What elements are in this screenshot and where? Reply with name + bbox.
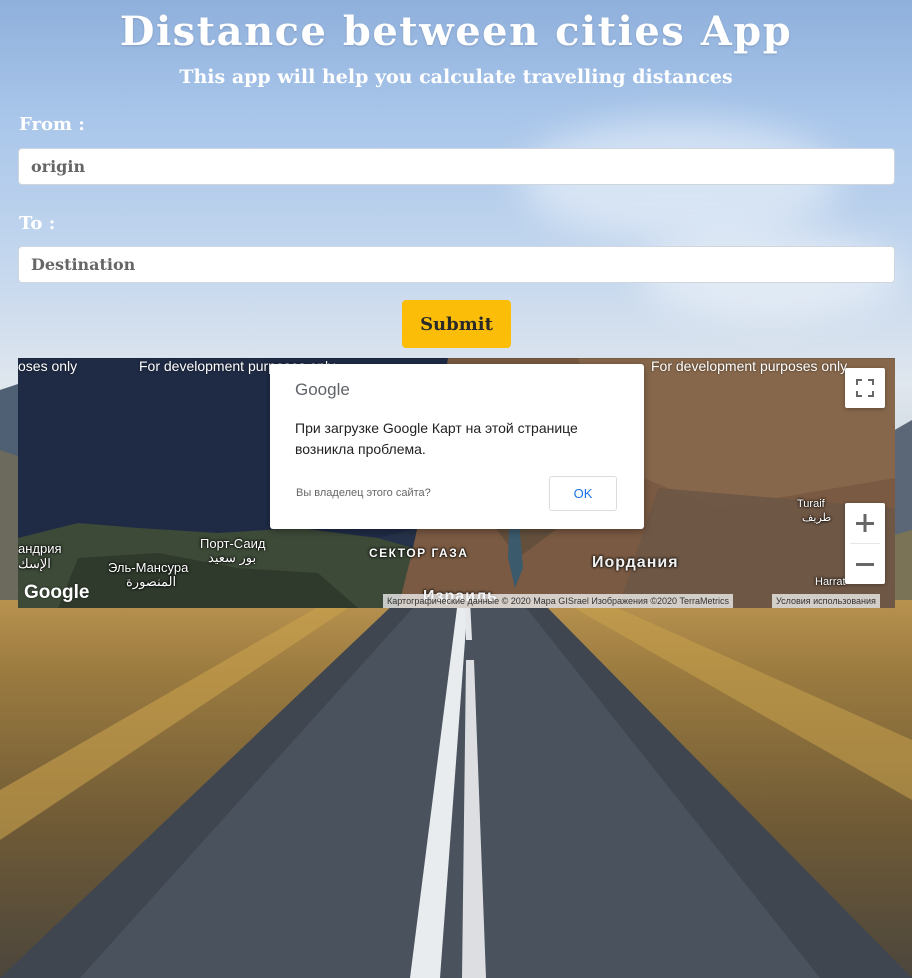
map-label-port-said-ar: بور سعيد [208,550,257,565]
map-label-gaza: СЕКТОР ГАЗА [369,546,469,560]
google-logo: Google [24,582,90,603]
map-terms-link[interactable]: Условия использования [772,594,880,608]
fullscreen-button[interactable] [845,368,885,408]
map-label-alexandria-ar: الإسك [18,556,51,571]
submit-button[interactable]: Submit [402,300,511,348]
map-label-el-mansoura-ar: المنصورة [126,574,177,589]
map-label-alexandria: андрия [18,541,62,556]
page-title: Distance between cities App [119,8,793,55]
fullscreen-icon [856,379,874,397]
map-label-el-mansoura: Эль-Мансура [108,560,189,575]
map-label-harrat: Harrat [815,576,846,588]
dialog-message: При загрузке Google Карт на этой страниц… [295,420,578,457]
from-label: From : [19,114,85,135]
plus-icon [856,514,874,532]
map-attribution: Картографические данные © 2020 Mapa GISr… [383,594,734,608]
dev-watermark: For development purposes only [651,358,848,374]
map-label-jordan: Иордания [592,554,679,571]
map-label-turaif-ar: طريف [802,512,832,524]
map-label-turaif: Turaif [797,498,825,510]
background-road [0,600,912,978]
map-error-dialog: Google При загрузке Google Карт на этой … [270,364,644,529]
zoom-in-button[interactable] [845,503,885,543]
dialog-ok-button[interactable]: OK [549,476,617,511]
zoom-out-button[interactable] [845,544,885,584]
destination-input[interactable] [18,246,895,283]
zoom-control [845,503,885,584]
origin-input[interactable] [18,148,895,185]
dev-watermark: oses only [18,358,78,374]
minus-icon [856,563,874,566]
dialog-owner-link[interactable]: Вы владелец этого сайта? [296,487,431,499]
to-label: To : [19,213,56,234]
map-label-port-said: Порт-Саид [200,536,266,551]
dialog-google-logo: Google [295,380,350,399]
page-subtitle: This app will help you calculate travell… [179,66,733,88]
